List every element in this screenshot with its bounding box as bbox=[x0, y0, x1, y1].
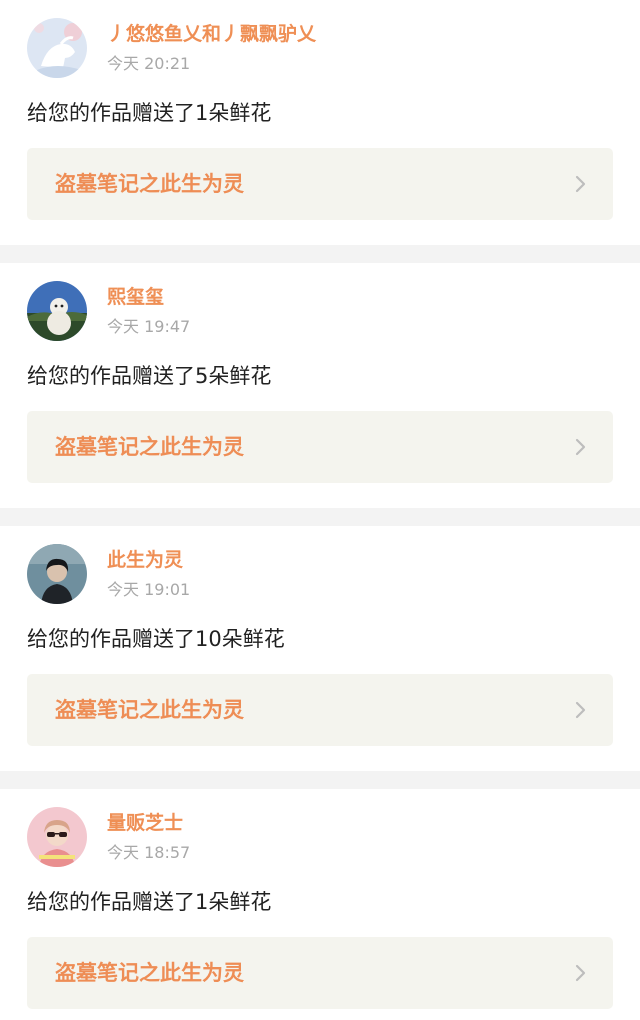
chevron-right-icon bbox=[575, 701, 586, 719]
timestamp: 今天 18:57 bbox=[107, 843, 191, 862]
notification-card: 熙玺玺 今天 19:47 给您的作品赠送了5朵鲜花 盗墓笔记之此生为灵 bbox=[0, 263, 640, 508]
username[interactable]: 量贩芝士 bbox=[107, 810, 183, 836]
divider bbox=[0, 245, 640, 263]
gift-notification-feed: 丿悠悠鱼乂和丿飘飘驴乂 今天 20:21 给您的作品赠送了1朵鲜花 盗墓笔记之此… bbox=[0, 0, 640, 1020]
username[interactable]: 丿悠悠鱼乂和丿飘飘驴乂 bbox=[107, 21, 316, 47]
work-link[interactable]: 盗墓笔记之此生为灵 bbox=[27, 148, 613, 220]
divider bbox=[0, 771, 640, 789]
timestamp: 今天 20:21 bbox=[107, 54, 191, 73]
chevron-right-icon bbox=[575, 175, 586, 193]
avatar[interactable] bbox=[27, 18, 87, 78]
timestamp: 今天 19:47 bbox=[107, 317, 191, 336]
username[interactable]: 熙玺玺 bbox=[107, 284, 164, 310]
notification-card: 此生为灵 今天 19:01 给您的作品赠送了10朵鲜花 盗墓笔记之此生为灵 bbox=[0, 526, 640, 771]
avatar[interactable] bbox=[27, 807, 87, 867]
gift-message: 给您的作品赠送了1朵鲜花 bbox=[27, 101, 272, 125]
timestamp: 今天 19:01 bbox=[107, 580, 191, 599]
avatar[interactable] bbox=[27, 281, 87, 341]
work-link[interactable]: 盗墓笔记之此生为灵 bbox=[27, 674, 613, 746]
chevron-right-icon bbox=[575, 964, 586, 982]
work-title: 盗墓笔记之此生为灵 bbox=[55, 961, 244, 985]
avatar-image bbox=[27, 281, 87, 341]
notification-card: 丿悠悠鱼乂和丿飘飘驴乂 今天 20:21 给您的作品赠送了1朵鲜花 盗墓笔记之此… bbox=[0, 0, 640, 245]
work-title: 盗墓笔记之此生为灵 bbox=[55, 172, 244, 196]
avatar[interactable] bbox=[27, 544, 87, 604]
gift-message: 给您的作品赠送了5朵鲜花 bbox=[27, 364, 272, 388]
username[interactable]: 此生为灵 bbox=[107, 547, 183, 573]
chevron-right-icon bbox=[575, 438, 586, 456]
gift-message: 给您的作品赠送了10朵鲜花 bbox=[27, 627, 285, 651]
work-link[interactable]: 盗墓笔记之此生为灵 bbox=[27, 411, 613, 483]
gift-message: 给您的作品赠送了1朵鲜花 bbox=[27, 890, 272, 914]
work-title: 盗墓笔记之此生为灵 bbox=[55, 435, 244, 459]
avatar-image bbox=[27, 18, 87, 78]
avatar-image bbox=[27, 807, 87, 867]
avatar-image bbox=[27, 544, 87, 604]
divider bbox=[0, 508, 640, 526]
notification-card: 量贩芝士 今天 18:57 给您的作品赠送了1朵鲜花 盗墓笔记之此生为灵 bbox=[0, 789, 640, 1020]
work-title: 盗墓笔记之此生为灵 bbox=[55, 698, 244, 722]
work-link[interactable]: 盗墓笔记之此生为灵 bbox=[27, 937, 613, 1009]
